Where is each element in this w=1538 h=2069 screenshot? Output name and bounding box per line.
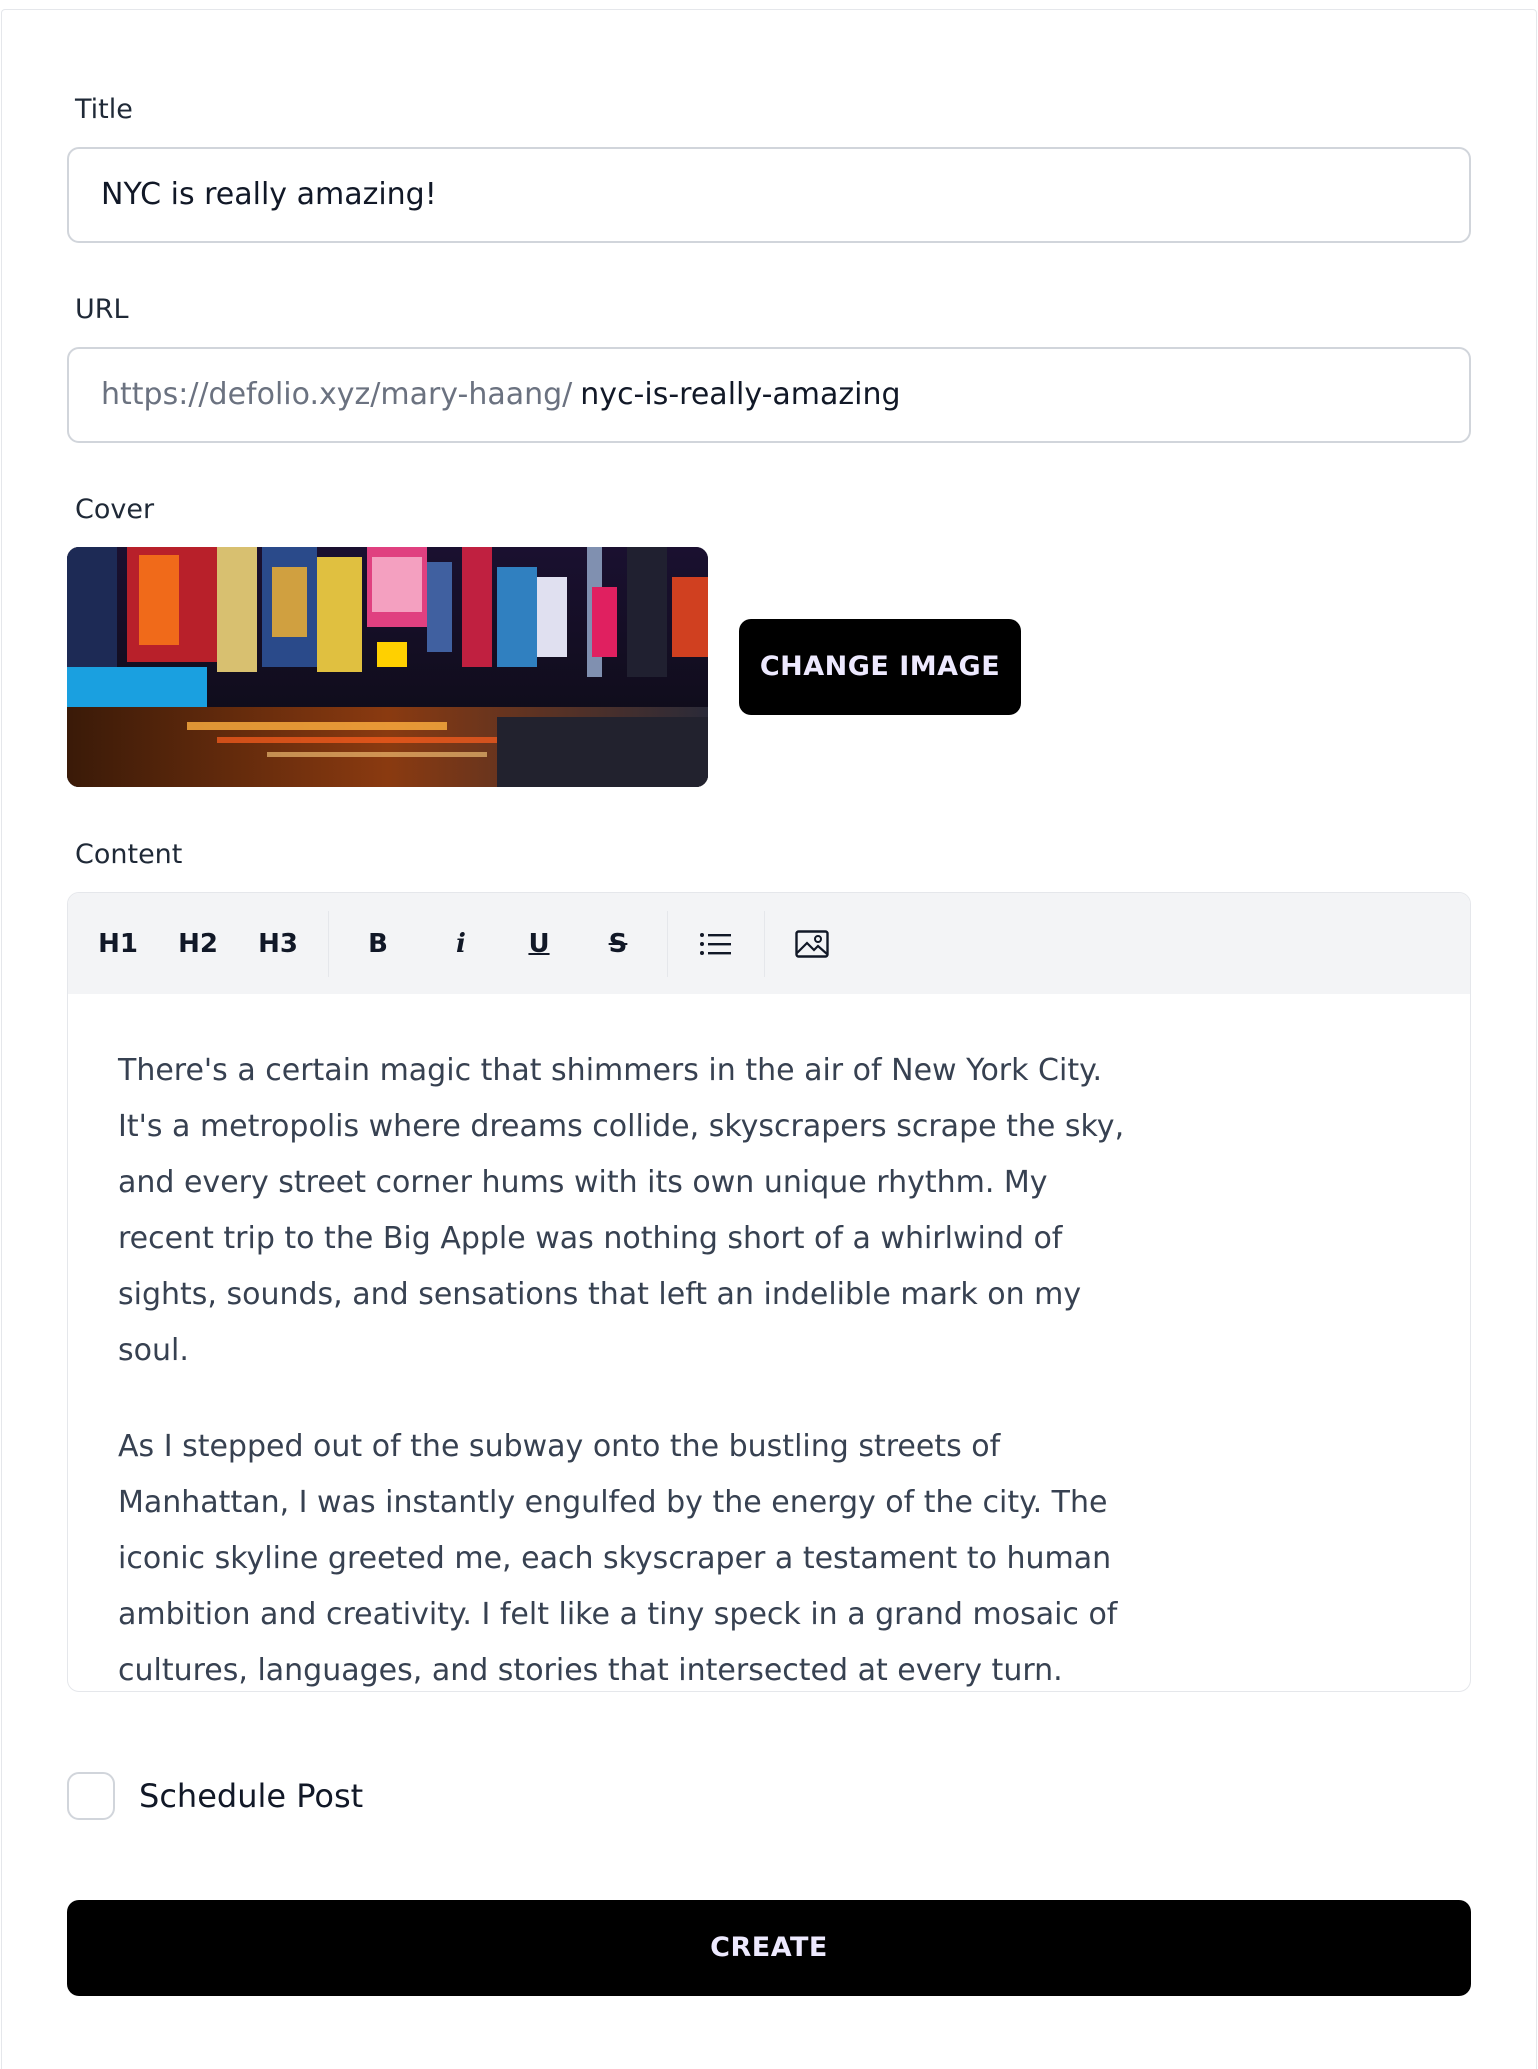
rich-text-editor[interactable]: H1 H2 H3 B i U S There's a certain magic… (67, 892, 1471, 1692)
title-input[interactable]: NYC is really amazing! (67, 147, 1471, 243)
insert-image-button[interactable] (782, 893, 842, 994)
toolbar-divider (328, 911, 329, 977)
schedule-post-label[interactable]: Schedule Post (139, 1778, 363, 1814)
url-slug: nyc-is-really-amazing (580, 377, 901, 412)
editor-content[interactable]: There's a certain magic that shimmers in… (118, 1043, 1138, 1691)
bullet-list-button[interactable] (685, 893, 745, 994)
schedule-post-checkbox[interactable] (67, 1772, 115, 1820)
url-input[interactable]: https://defolio.xyz/mary-haang/nyc-is-re… (67, 347, 1471, 443)
change-image-button[interactable]: CHANGE IMAGE (739, 619, 1021, 715)
image-icon (795, 929, 829, 958)
heading2-button[interactable]: H2 (168, 893, 228, 994)
title-label: Title (75, 94, 133, 125)
content-paragraph: As I stepped out of the subway onto the … (118, 1429, 1118, 1688)
cover-image (67, 547, 708, 787)
editor-toolbar: H1 H2 H3 B i U S (68, 893, 1470, 994)
heading3-button[interactable]: H3 (248, 893, 308, 994)
title-input-value: NYC is really amazing! (101, 177, 437, 212)
italic-button[interactable]: i (431, 893, 491, 994)
content-label: Content (75, 839, 183, 870)
url-label: URL (75, 294, 129, 325)
strikethrough-button[interactable]: S (588, 893, 648, 994)
create-button[interactable]: CREATE (67, 1900, 1471, 1996)
times-square-photo (67, 547, 708, 787)
bold-button[interactable]: B (348, 893, 408, 994)
toolbar-divider (667, 911, 668, 977)
cover-label: Cover (75, 494, 155, 525)
heading1-button[interactable]: H1 (88, 893, 148, 994)
toolbar-divider (764, 911, 765, 977)
bullet-list-icon (699, 932, 731, 956)
url-prefix: https://defolio.xyz/mary-haang/ (101, 377, 573, 412)
underline-button[interactable]: U (509, 893, 569, 994)
content-paragraph: There's a certain magic that shimmers in… (118, 1053, 1125, 1368)
